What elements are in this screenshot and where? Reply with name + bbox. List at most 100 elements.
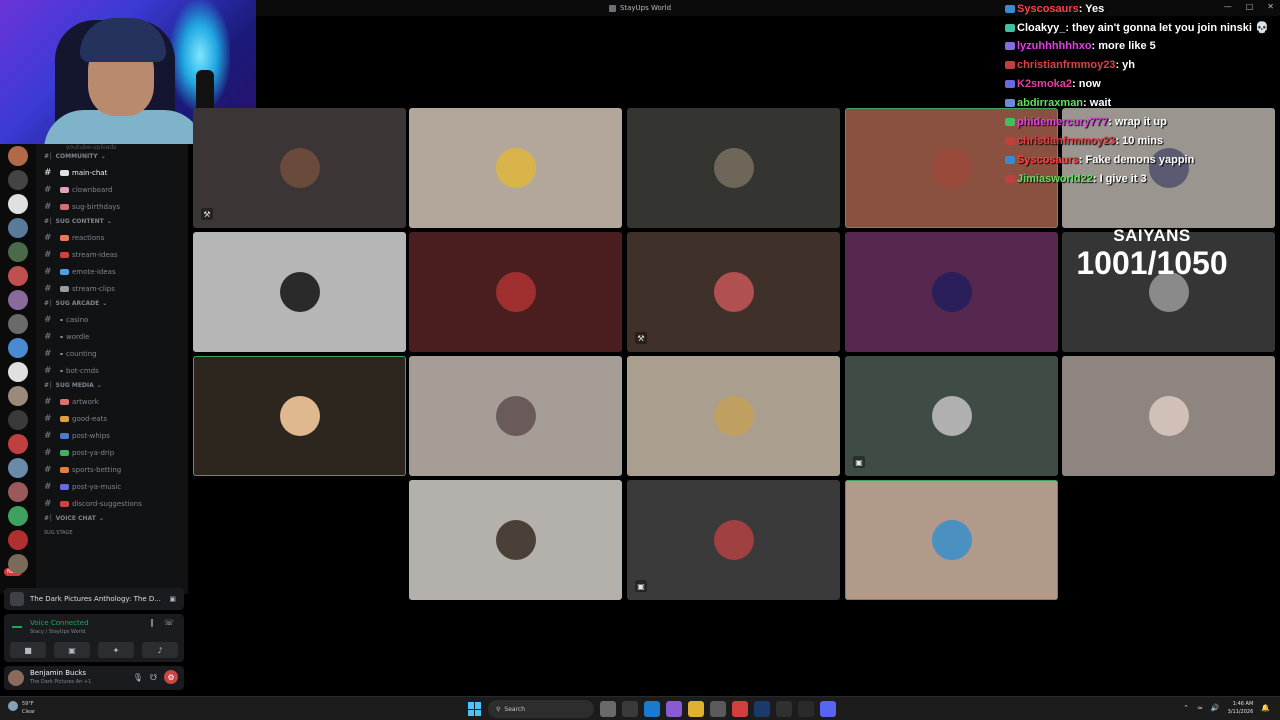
channel-counting[interactable]: # counting xyxy=(36,345,188,362)
server-icon[interactable] xyxy=(8,146,28,166)
server-icon[interactable] xyxy=(8,458,28,478)
notification-icon[interactable]: 🔔 xyxy=(1261,704,1270,712)
wifi-icon[interactable]: ≈ xyxy=(1197,704,1203,712)
server-icon[interactable] xyxy=(8,386,28,406)
discord-icon[interactable] xyxy=(820,701,836,717)
channel-post-ya-music[interactable]: # post-ya-music xyxy=(36,478,188,495)
obs-icon[interactable] xyxy=(776,701,792,717)
channel-emote-ideas[interactable]: # emote-ideas xyxy=(36,263,188,280)
channel-bot-cmds[interactable]: # bot-cmds xyxy=(36,362,188,379)
server-icon[interactable] xyxy=(8,314,28,334)
channel-good-eats[interactable]: # good-eats xyxy=(36,410,188,427)
channel-category[interactable]: #│ SUG ARCADE ⌄ xyxy=(36,297,188,311)
capcut-icon[interactable] xyxy=(798,701,814,717)
badge-icon xyxy=(1005,99,1015,108)
participant-tile[interactable] xyxy=(409,356,622,476)
participant-tile[interactable] xyxy=(193,232,406,352)
channel-discord-suggestions[interactable]: # discord-suggestions xyxy=(36,495,188,512)
channel-category[interactable]: #│ SUG MEDIA ⌄ xyxy=(36,379,188,393)
channel-wordle[interactable]: # wordle xyxy=(36,328,188,345)
channel-label: main-chat xyxy=(72,168,108,177)
channel-emoji-icon xyxy=(60,483,69,490)
server-icon[interactable] xyxy=(8,290,28,310)
search-bar[interactable]: ⚲ Search xyxy=(488,700,594,718)
participant-tile[interactable] xyxy=(409,232,622,352)
participant-tile[interactable] xyxy=(409,108,622,228)
participant-tile[interactable] xyxy=(845,480,1058,600)
participant-tile[interactable] xyxy=(627,108,840,228)
activities-button[interactable]: ✦ xyxy=(98,642,134,658)
stage-channel[interactable]: SUG STAGE xyxy=(36,526,188,540)
participant-tile[interactable]: ▣ xyxy=(845,356,1058,476)
channel-sports-betting[interactable]: # sports-betting xyxy=(36,461,188,478)
participant-tile[interactable]: ⚒ xyxy=(193,108,406,228)
channel-sug-birthdays[interactable]: # sug-birthdays xyxy=(36,198,188,215)
server-icon[interactable] xyxy=(8,194,28,214)
settings-icon[interactable] xyxy=(710,701,726,717)
chevron-up-icon[interactable]: ⌃ xyxy=(1183,704,1189,712)
server-icon[interactable] xyxy=(8,170,28,190)
server-icon[interactable] xyxy=(8,242,28,262)
participant-tile[interactable] xyxy=(845,232,1058,352)
clock[interactable]: 1:46 AM 3/11/2026 xyxy=(1228,700,1254,716)
participant-tile[interactable]: ▣ xyxy=(627,480,840,600)
gear-icon[interactable]: ⚙ xyxy=(164,670,178,684)
participant-tile[interactable] xyxy=(1062,356,1275,476)
signal-icon[interactable] xyxy=(12,620,22,628)
copilot-icon[interactable] xyxy=(666,701,682,717)
server-icon[interactable] xyxy=(8,410,28,430)
channel-artwork[interactable]: # artwork xyxy=(36,393,188,410)
participant-tile[interactable] xyxy=(193,356,406,476)
channel-post-whips[interactable]: # post-whips xyxy=(36,427,188,444)
participant-tile[interactable] xyxy=(409,480,622,600)
avatar xyxy=(931,272,972,312)
channel-casino[interactable]: # casino xyxy=(36,311,188,328)
avatar[interactable] xyxy=(8,670,24,686)
popout-icon[interactable]: ▣ xyxy=(169,595,176,603)
volume-icon[interactable]: 🔊 xyxy=(1211,704,1220,712)
participant-tile[interactable]: ⚒ xyxy=(627,232,840,352)
channel-stream-ideas[interactable]: # stream-ideas xyxy=(36,246,188,263)
voice-channel-link[interactable]: Stacy / StayUps World xyxy=(30,629,85,635)
weather-widget[interactable]: 59°F Clear xyxy=(8,700,35,716)
avatar xyxy=(495,148,536,188)
mic-icon[interactable]: 🎙 xyxy=(133,673,143,682)
channel-clownboard[interactable]: # clownboard xyxy=(36,181,188,198)
server-icon[interactable] xyxy=(8,434,28,454)
chat-username: abdirraxman xyxy=(1017,97,1084,109)
server-icon[interactable] xyxy=(8,506,28,526)
channel-post-ya-drip[interactable]: # post-ya-drip xyxy=(36,444,188,461)
activity-panel[interactable]: The Dark Pictures Anthology: The D... ▣ xyxy=(4,588,184,610)
channel-emoji-icon xyxy=(60,500,69,507)
channel-category[interactable]: #│ COMMUNITY ⌄ xyxy=(36,150,188,164)
server-icon[interactable] xyxy=(8,554,28,574)
start-button[interactable] xyxy=(468,702,482,716)
server-icon[interactable] xyxy=(8,482,28,502)
server-icon[interactable] xyxy=(8,338,28,358)
screenshare-button[interactable]: ▣ xyxy=(54,642,90,658)
files-app-icon[interactable] xyxy=(600,701,616,717)
avatar xyxy=(279,148,320,188)
chrome-icon[interactable] xyxy=(732,701,748,717)
participant-tile[interactable] xyxy=(627,356,840,476)
soundboard-button[interactable]: ♪ xyxy=(142,642,178,658)
server-icon[interactable] xyxy=(8,530,28,550)
channel-reactions[interactable]: # reactions xyxy=(36,229,188,246)
server-icon[interactable] xyxy=(8,266,28,286)
channel-category[interactable]: #│ VOICE CHAT ⌄ xyxy=(36,512,188,526)
edge-icon[interactable] xyxy=(644,701,660,717)
headphones-icon[interactable]: ☋ xyxy=(150,673,157,682)
camera-button[interactable]: ■ xyxy=(10,642,46,658)
server-icon[interactable] xyxy=(8,218,28,238)
channel-stream-clips[interactable]: # stream-clips xyxy=(36,280,188,297)
disconnect-icon[interactable]: ☏ xyxy=(164,618,174,627)
channel-category[interactable]: #│ SUG CONTENT ⌄ xyxy=(36,215,188,229)
server-icon[interactable] xyxy=(8,362,28,382)
channel-main-chat[interactable]: # main-chat xyxy=(36,164,188,181)
noise-suppression-icon[interactable]: ∥ xyxy=(150,618,154,627)
chat-username: christianfrmmoy23 xyxy=(1017,59,1116,71)
explorer-icon[interactable] xyxy=(688,701,704,717)
task-view-icon[interactable] xyxy=(622,701,638,717)
hash-icon: # xyxy=(44,266,52,277)
steam-icon[interactable] xyxy=(754,701,770,717)
